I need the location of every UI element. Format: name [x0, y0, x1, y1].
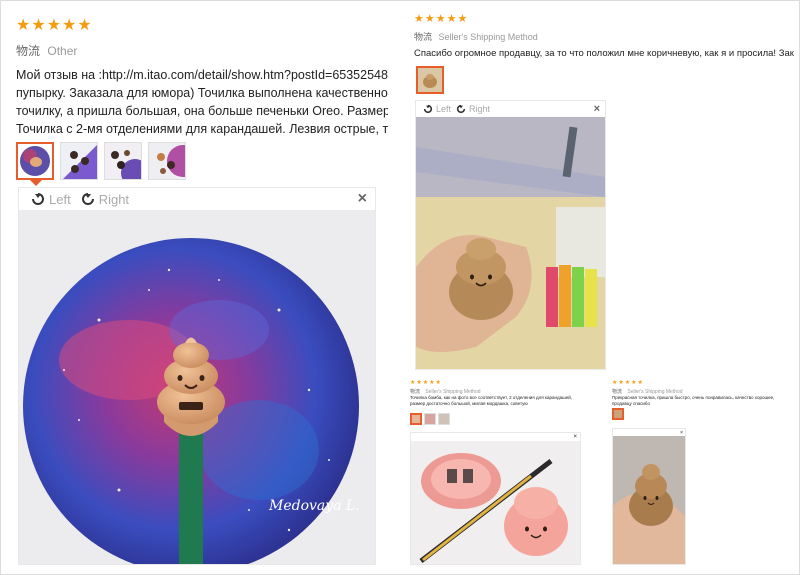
close-viewer-button[interactable]: × — [594, 103, 600, 115]
image-viewer: Left Right × — [18, 187, 376, 565]
review-mini-2: ★★★★★ 物流 Seller's Shipping Method Прекра… — [612, 380, 792, 432]
photo-thumbnail[interactable] — [104, 142, 142, 180]
photo-thumbnail[interactable] — [148, 142, 186, 180]
review-photo — [613, 436, 685, 564]
review-photo — [411, 441, 580, 564]
photo-thumbnail[interactable] — [424, 413, 436, 425]
shipping-method: Seller's Shipping Method — [438, 32, 538, 42]
close-viewer-button[interactable]: × — [573, 434, 577, 440]
viewer-toolbar: Left Right × — [19, 188, 375, 210]
review-text: Прекрасная точилка, пришла быстро, очень… — [612, 395, 775, 406]
close-viewer-button[interactable]: × — [680, 430, 683, 436]
close-viewer-button[interactable]: × — [358, 190, 367, 208]
rotate-left-button[interactable]: Left — [29, 190, 71, 208]
photo-thumbnail[interactable] — [16, 142, 54, 180]
photo-thumbnail[interactable] — [612, 408, 624, 420]
photo-thumbnails — [16, 142, 186, 180]
galaxy-sharpener-photo: Medovaya L. — [19, 210, 375, 564]
shipping-method: Other — [47, 44, 78, 58]
photo-thumbnail[interactable] — [410, 413, 422, 425]
photo-watermark: Medovaya L. — [268, 498, 360, 514]
rotate-right-button[interactable]: Right — [455, 103, 490, 115]
photo-thumbnails — [410, 413, 450, 425]
review-text: Спасибо огромное продавцу, за то что пол… — [414, 48, 794, 59]
review-text: Точилка бомба, как на фото все соответст… — [410, 395, 573, 406]
rotate-right-label: Right — [98, 191, 130, 207]
star-rating: ★★★★★ — [410, 380, 442, 386]
viewer-toolbar: Left Right × — [416, 101, 605, 117]
shipping-info: 物流 Seller's Shipping Method — [612, 388, 683, 395]
rotate-left-icon — [423, 104, 433, 114]
star-rating: ★★★★★ — [16, 18, 93, 34]
review-mini-1: ★★★★★ 物流 Seller's Shipping Method Точилк… — [410, 380, 598, 432]
viewer-toolbar: × — [613, 429, 685, 436]
rotate-right-label: Right — [469, 104, 491, 114]
rotate-right-icon — [81, 193, 94, 205]
active-thumbnail-pointer — [30, 180, 42, 186]
rotate-right-icon — [456, 104, 466, 114]
review-photo — [416, 117, 605, 369]
shipping-info: 物流 Other — [16, 42, 77, 59]
review-photo-large: Medovaya L. — [19, 210, 375, 564]
image-viewer: × — [410, 432, 581, 565]
viewer-toolbar: × — [411, 433, 580, 441]
shipping-info: 物流 Seller's Shipping Method — [414, 30, 538, 43]
open-sharpener-photo — [411, 441, 580, 564]
photo-thumbnail[interactable] — [416, 66, 444, 94]
rotate-right-button[interactable]: Right — [79, 190, 129, 208]
review-text-line: пупырку. Заказала для юмора) Точилка вып… — [16, 86, 388, 100]
rotate-left-label: Left — [49, 191, 71, 207]
review-text-line: Мой отзыв на :http://m.itao.com/detail/s… — [16, 68, 388, 82]
rotate-left-button[interactable]: Left — [422, 103, 451, 115]
star-rating: ★★★★★ — [612, 380, 644, 386]
shipping-label: 物流 — [414, 32, 433, 42]
shipping-label: 物流 — [16, 44, 41, 58]
hand-sharpener-photo — [613, 436, 685, 564]
photo-thumbnail[interactable] — [60, 142, 98, 180]
rotate-left-label: Left — [436, 104, 452, 114]
review-text-line: Точилка с 2-мя отделениями для карандаше… — [16, 122, 388, 136]
star-rating: ★★★★★ — [414, 14, 469, 25]
photo-thumbnail[interactable] — [438, 413, 450, 425]
hand-holding-sharpener-photo — [416, 117, 605, 369]
shipping-info: 物流 Seller's Shipping Method — [410, 388, 481, 395]
review-text-line: точилку, а пришла большая, она больше пе… — [16, 104, 388, 118]
image-viewer: × — [612, 428, 686, 565]
image-viewer: Left Right × — [415, 100, 606, 370]
rotate-left-icon — [32, 193, 44, 205]
